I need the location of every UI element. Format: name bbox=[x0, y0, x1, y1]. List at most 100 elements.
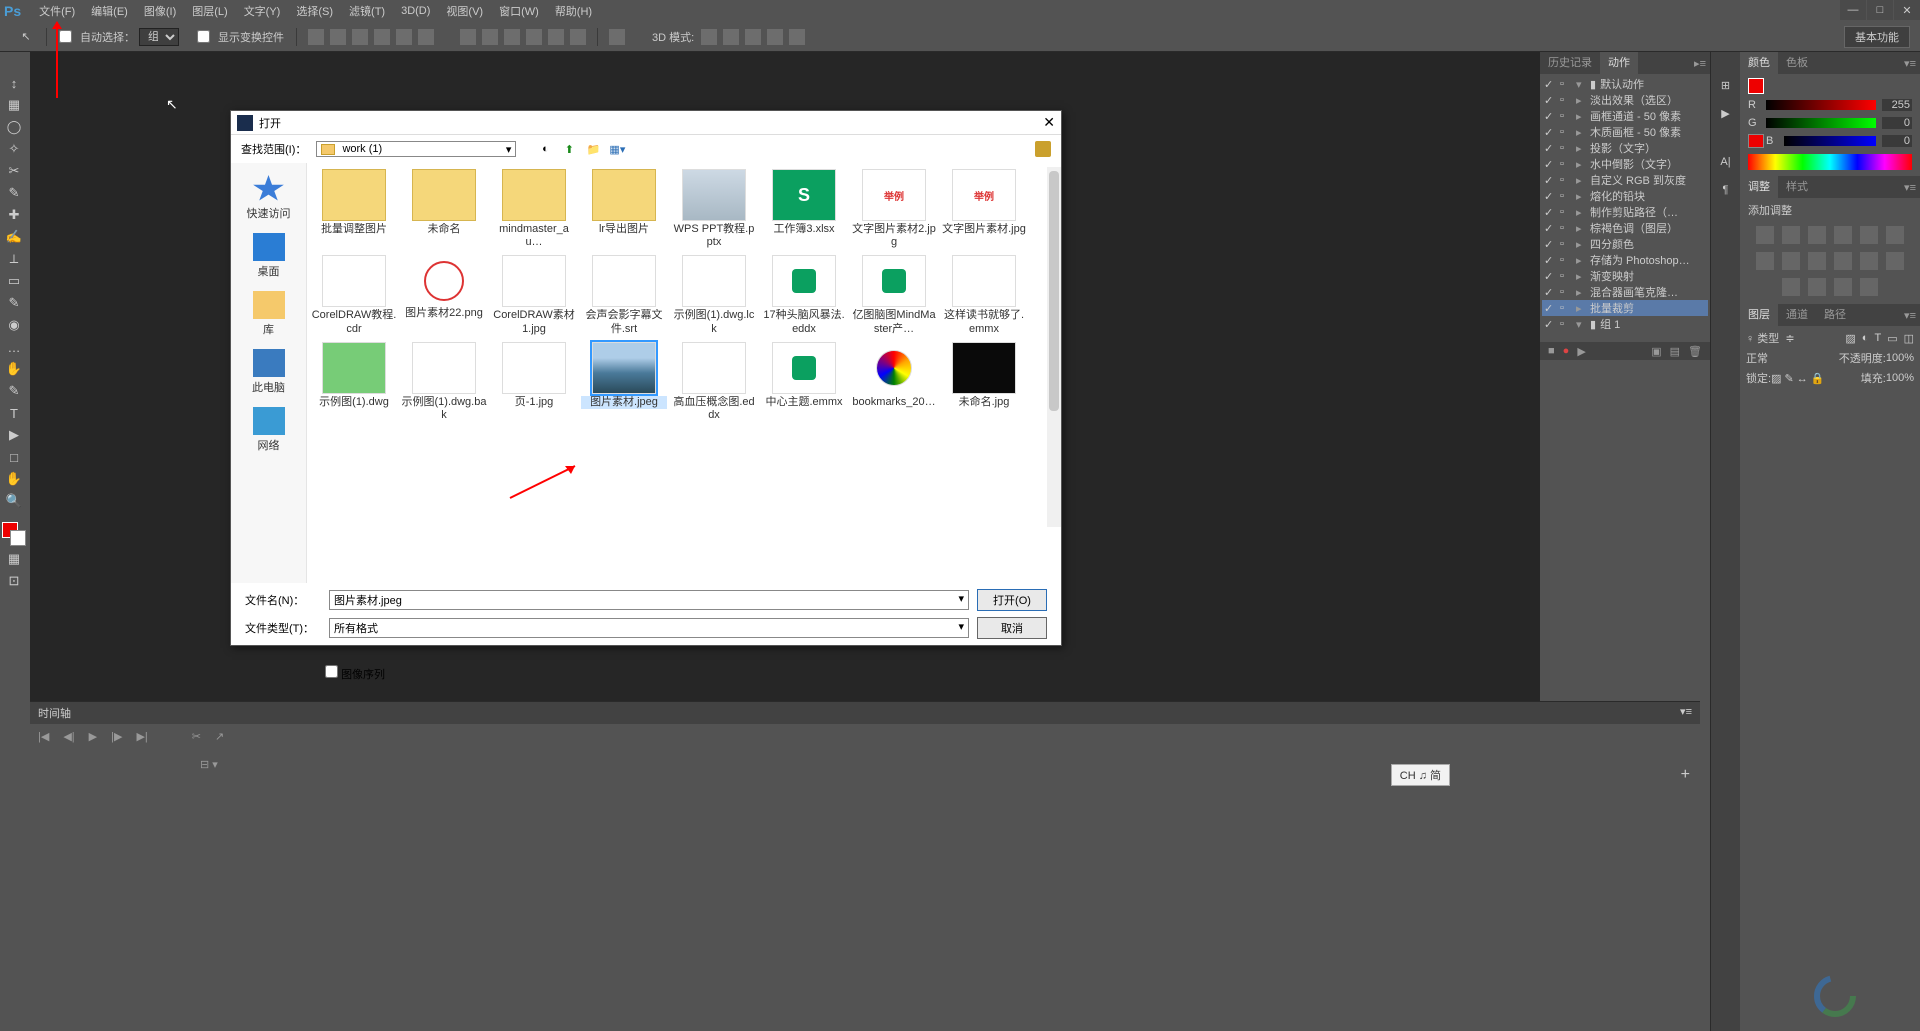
shape-tool[interactable]: □ bbox=[0, 446, 28, 468]
panel-menu-icon[interactable]: ▾≡ bbox=[1680, 705, 1692, 721]
action-item[interactable]: ✓▫▸画框通道 - 50 像素 bbox=[1542, 108, 1708, 124]
align-icon[interactable] bbox=[418, 29, 434, 45]
screenmode-tool[interactable]: ⊡ bbox=[0, 570, 28, 592]
menu-window[interactable]: 窗口(W) bbox=[491, 3, 547, 19]
g-value[interactable]: 0 bbox=[1882, 117, 1912, 129]
r-value[interactable]: 255 bbox=[1882, 99, 1912, 111]
adjust-curves-icon[interactable] bbox=[1808, 226, 1826, 244]
menu-image[interactable]: 图像(I) bbox=[136, 3, 184, 19]
ime-indicator[interactable]: CH ♫ 简 bbox=[1391, 764, 1450, 786]
align-icon[interactable] bbox=[352, 29, 368, 45]
panel-menu-icon[interactable]: ▾≡ bbox=[1900, 57, 1920, 70]
up-icon[interactable]: ⬆ bbox=[560, 140, 578, 158]
eraser-tool[interactable]: ✎ bbox=[0, 292, 28, 314]
bridge-icon[interactable] bbox=[1035, 141, 1051, 157]
action-item[interactable]: ✓▫▸木质画框 - 50 像素 bbox=[1542, 124, 1708, 140]
align-icon[interactable] bbox=[330, 29, 346, 45]
file-item[interactable]: 图片素材22.png bbox=[401, 255, 487, 335]
place-thispc[interactable]: 此电脑 bbox=[231, 343, 306, 401]
action-item[interactable]: ✓▫▸混合器画笔克隆… bbox=[1542, 284, 1708, 300]
file-item[interactable]: 这样读书就够了.emmx bbox=[941, 255, 1027, 335]
action-item[interactable]: ✓▫▾▮组 1 bbox=[1542, 316, 1708, 332]
scrollbar[interactable] bbox=[1047, 167, 1061, 527]
file-item[interactable]: 未命名 bbox=[401, 169, 487, 249]
filter-adjust-icon[interactable]: ◐ bbox=[1862, 332, 1869, 345]
crop-tool[interactable]: ✂ bbox=[0, 160, 28, 182]
cancel-button[interactable]: 取消 bbox=[977, 617, 1047, 639]
new-action-icon[interactable]: ▤ bbox=[1670, 345, 1680, 358]
prev-frame-icon[interactable]: ◀| bbox=[63, 730, 74, 743]
adjust-channelmixer-icon[interactable] bbox=[1834, 252, 1852, 270]
next-frame-icon[interactable]: |▶ bbox=[111, 730, 122, 743]
paragraph-icon[interactable]: ¶ bbox=[1711, 176, 1740, 204]
b-slider[interactable] bbox=[1784, 136, 1876, 146]
adjust-bw-icon[interactable] bbox=[1782, 252, 1800, 270]
file-item[interactable]: 中心主题.emmx bbox=[761, 342, 847, 422]
move-tool[interactable]: ↕ bbox=[0, 72, 28, 94]
file-item[interactable]: CorelDRAW教程.cdr bbox=[311, 255, 397, 335]
action-item[interactable]: ✓▫▸四分颜色 bbox=[1542, 236, 1708, 252]
b-value[interactable]: 0 bbox=[1882, 135, 1912, 147]
new-folder-icon[interactable]: 📁 bbox=[584, 140, 602, 158]
navigator-icon[interactable]: ▶ bbox=[1711, 100, 1740, 128]
cut-icon[interactable]: ✂ bbox=[192, 730, 201, 743]
auto-select-checkbox[interactable] bbox=[59, 30, 72, 43]
adjust-photofilter-icon[interactable] bbox=[1808, 252, 1826, 270]
adjust-selective-icon[interactable] bbox=[1860, 278, 1878, 296]
3d-mode-icon[interactable] bbox=[767, 29, 783, 45]
filter-type-icon[interactable]: T bbox=[1874, 332, 1881, 345]
adjust-hue-icon[interactable] bbox=[1886, 226, 1904, 244]
3d-mode-icon[interactable] bbox=[789, 29, 805, 45]
file-item[interactable]: 举例文字图片素材2.jpg bbox=[851, 169, 937, 249]
menu-view[interactable]: 视图(V) bbox=[438, 3, 491, 19]
place-libraries[interactable]: 库 bbox=[231, 285, 306, 343]
file-item[interactable]: mindmaster_au… bbox=[491, 169, 577, 249]
back-icon[interactable]: ◐ bbox=[536, 140, 554, 158]
file-item[interactable]: 会声会影字幕文件.srt bbox=[581, 255, 667, 335]
type-tool[interactable]: T bbox=[0, 402, 28, 424]
history-brush-tool[interactable]: ▭ bbox=[0, 270, 28, 292]
action-item[interactable]: ✓▫▸淡出效果（选区） bbox=[1542, 92, 1708, 108]
menu-filter[interactable]: 滤镜(T) bbox=[341, 3, 393, 19]
adjust-exposure-icon[interactable] bbox=[1834, 226, 1852, 244]
file-item[interactable]: S工作簿3.xlsx bbox=[761, 169, 847, 249]
place-network[interactable]: 网络 bbox=[231, 401, 306, 459]
filter-shape-icon[interactable]: ▭ bbox=[1887, 332, 1897, 345]
distribute-icon[interactable] bbox=[570, 29, 586, 45]
filename-input[interactable]: 图片素材.jpeg▾ bbox=[329, 590, 969, 610]
tab-styles[interactable]: 样式 bbox=[1778, 176, 1816, 198]
image-sequence-checkbox[interactable] bbox=[325, 665, 338, 678]
tab-paths[interactable]: 路径 bbox=[1816, 304, 1854, 326]
file-item[interactable]: 页-1.jpg bbox=[491, 342, 577, 422]
menu-edit[interactable]: 编辑(E) bbox=[83, 3, 136, 19]
adjust-threshold-icon[interactable] bbox=[1808, 278, 1826, 296]
tab-actions[interactable]: 动作 bbox=[1600, 52, 1638, 74]
menu-select[interactable]: 选择(S) bbox=[288, 3, 341, 19]
menu-layer[interactable]: 图层(L) bbox=[184, 3, 235, 19]
stamp-tool[interactable]: ⟂ bbox=[0, 248, 28, 270]
window-maximize[interactable]: □ bbox=[1867, 0, 1893, 20]
panel-menu-icon[interactable]: ▸≡ bbox=[1690, 57, 1710, 70]
action-item[interactable]: ✓▫▸自定义 RGB 到灰度 bbox=[1542, 172, 1708, 188]
file-item[interactable]: 批量调整图片 bbox=[311, 169, 397, 249]
file-item[interactable]: 亿图脑图MindMaster产… bbox=[851, 255, 937, 335]
distribute-icon[interactable] bbox=[548, 29, 564, 45]
action-item[interactable]: ✓▫▸渐变映射 bbox=[1542, 268, 1708, 284]
adjust-posterize-icon[interactable] bbox=[1782, 278, 1800, 296]
path-tool[interactable]: ▶ bbox=[0, 424, 28, 446]
auto-select-dropdown[interactable]: 组 bbox=[139, 28, 179, 46]
tab-adjustments[interactable]: 调整 bbox=[1740, 176, 1778, 198]
place-quickaccess[interactable]: 快速访问 bbox=[231, 169, 306, 227]
tab-layers[interactable]: 图层 bbox=[1740, 304, 1778, 326]
file-item[interactable]: CorelDRAW素材1.jpg bbox=[491, 255, 577, 335]
tab-channels[interactable]: 通道 bbox=[1778, 304, 1816, 326]
file-item[interactable]: 示例图(1).dwg.lck bbox=[671, 255, 757, 335]
gradient-tool[interactable]: ◉ bbox=[0, 314, 28, 336]
adjust-gradientmap-icon[interactable] bbox=[1834, 278, 1852, 296]
view-menu-icon[interactable]: ▦▾ bbox=[608, 140, 626, 158]
workspace-switcher[interactable]: 基本功能 bbox=[1844, 26, 1910, 48]
histogram-icon[interactable]: ⊞ bbox=[1711, 72, 1740, 100]
action-item[interactable]: ✓▫▾▮默认动作 bbox=[1542, 76, 1708, 92]
brush-tool[interactable]: ✍ bbox=[0, 226, 28, 248]
file-item[interactable]: WPS PPT教程.pptx bbox=[671, 169, 757, 249]
